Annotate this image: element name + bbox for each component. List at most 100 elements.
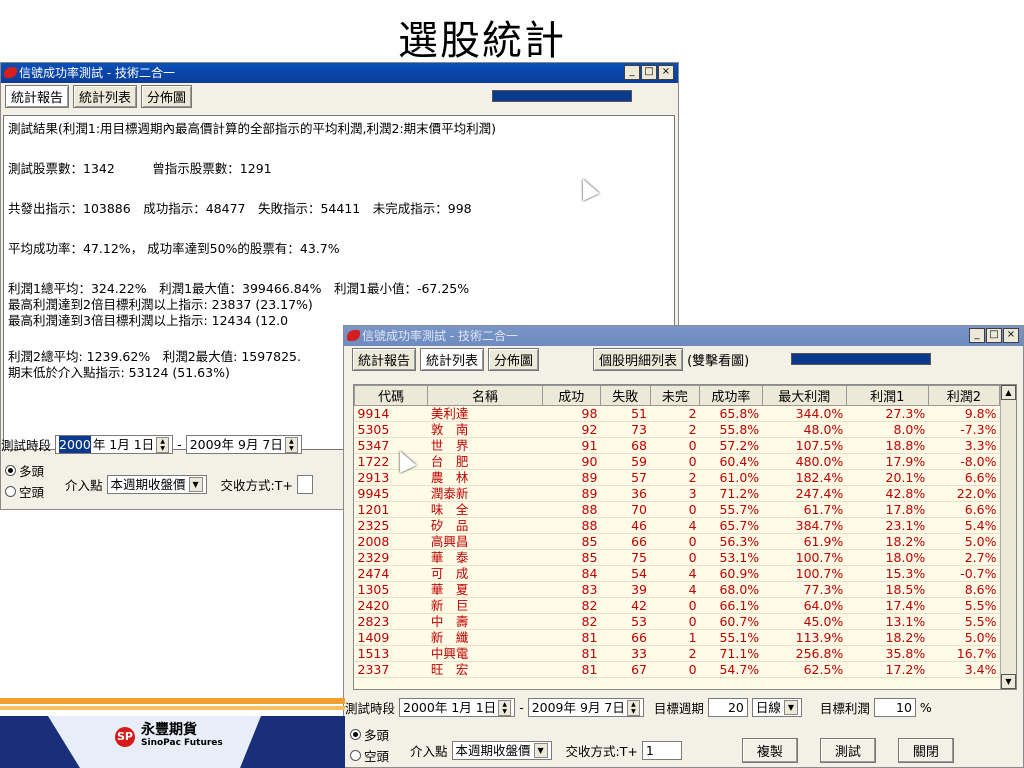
table-cell: 54 [600,565,651,582]
tab-stat-report[interactable]: 統計報告 [5,84,70,108]
table-row[interactable]: 2474 可 成 84 54 4 60.9% 100.7% 15.3% -0.7% [354,565,1000,582]
tab-stat-list[interactable]: 統計列表 [73,84,138,108]
tab-stat-report[interactable]: 統計報告 [352,347,417,371]
close-button[interactable]: × [1003,328,1019,343]
table-cell: 0 [650,453,700,470]
entry-select[interactable]: 本週期收盤價 ▼ [106,475,207,494]
period-label: 測試時段 [1,438,52,453]
table-cell: 56.3% [699,533,763,550]
end-date-field[interactable]: 2009年 9月 7日 ▲ ▼ [185,435,302,454]
chevron-down-icon[interactable]: ▼ [188,477,203,492]
close-window-button[interactable]: 關閉 [897,738,954,763]
date-spinner[interactable]: ▲ ▼ [284,436,298,453]
report-line: 測試結果(利潤1:用目標週期內最高價計算的全部指示的平均利潤,利潤2:期末價平均… [8,121,497,136]
scroll-up-icon[interactable]: ▲ [1001,385,1016,400]
radio-long[interactable]: 多頭 [5,461,44,480]
col-header[interactable]: 利潤1 [845,385,929,406]
col-header[interactable]: 代碼 [354,385,429,406]
radio-short[interactable]: 空頭 [350,746,389,765]
start-date-field[interactable]: 2000年 1月 1日▲▼ [399,698,516,717]
table-cell: 18.0% [846,549,929,566]
minimize-button[interactable]: _ [969,328,985,343]
table-cell: 100.7% [762,549,847,566]
maximize-button[interactable]: □ [986,328,1002,343]
radio-short[interactable]: 空頭 [5,482,44,501]
table-cell: 華 泰 [427,549,543,566]
trade-field[interactable]: 1 [641,741,682,760]
table-cell: 67 [600,661,651,678]
table-row[interactable]: 1722 台 肥 90 59 0 60.4% 480.0% 17.9% -8.0% [354,453,1000,470]
tab-stat-list[interactable]: 統計列表 [420,347,485,371]
table-row[interactable]: 1201 味 全 88 70 0 55.7% 61.7% 17.8% 6.6% [354,501,1000,518]
table-cell: 70 [600,501,651,518]
table-cell: 2337 [354,661,428,678]
table-cell: 潤泰新 [427,485,543,502]
table-row[interactable]: 2823 中 壽 82 53 0 60.7% 45.0% 13.1% 5.5% [354,613,1000,630]
col-header[interactable]: 利潤2 [927,385,1001,406]
maximize-button[interactable]: □ [641,65,657,80]
table-row[interactable]: 5305 敦 南 92 73 2 55.8% 48.0% 8.0% -7.3% [354,421,1000,438]
table-cell: 中 壽 [427,613,543,630]
back-window-titlebar[interactable]: 信號成功率測試 - 技術二合一 _ □ × [1,63,678,83]
table-row[interactable]: 2325 矽 品 88 46 4 65.7% 384.7% 23.1% 5.4% [354,517,1000,534]
date-spinner[interactable]: ▲ ▼ [626,699,640,716]
test-button[interactable]: 測試 [819,738,876,763]
table-cell: 17.8% [846,501,929,518]
chevron-down-icon[interactable]: ▼ [533,743,548,758]
tab-distribution[interactable]: 分佈圖 [141,84,193,108]
col-header[interactable]: 失敗 [599,385,651,406]
copy-button[interactable]: 複製 [741,738,798,763]
col-header[interactable]: 最大利潤 [761,385,847,406]
col-header[interactable]: 成功率 [699,385,763,406]
table-row[interactable]: 2337 旺 宏 81 67 0 54.7% 62.5% 17.2% 3.4% [354,661,1000,678]
table-cell: 8.0% [846,421,929,438]
table-cell: 92 [542,421,601,438]
table-row[interactable]: 9914 美利達 98 51 2 65.8% 344.0% 27.3% 9.8% [354,405,1000,422]
table-cell: 17.4% [846,597,929,614]
table-row[interactable]: 2008 高興昌 85 66 0 56.3% 61.9% 18.2% 5.0% [354,533,1000,550]
target-profit-field[interactable]: 10 [873,698,916,717]
front-window-titlebar[interactable]: 信號成功率測試 - 技術二合一 _ □ × [344,326,1023,346]
start-date-field[interactable]: 2000年 1月 1日▲▼ [55,435,174,454]
col-header[interactable]: 未完 [649,385,701,406]
table-row[interactable]: 1409 新 纖 81 66 1 55.1% 113.9% 18.2% 5.0% [354,629,1000,646]
table-cell: 54.7% [699,661,763,678]
table-cell: 5.4% [928,517,1000,534]
table-cell: 77.3% [762,581,847,598]
stock-stats-table[interactable]: 代碼 名稱 成功 失敗 未完 成功率 最大利潤 利潤1 利潤2 9914 美利達 9… [353,384,1017,690]
date-spinner[interactable]: ▲ ▼ [156,436,170,453]
table-cell: 8.6% [928,581,1000,598]
table-row[interactable]: 2329 華 泰 85 75 0 53.1% 100.7% 18.0% 2.7% [354,549,1000,566]
table-row[interactable]: 2420 新 巨 82 42 0 66.1% 64.0% 17.4% 5.5% [354,597,1000,614]
table-cell: 91 [542,437,601,454]
table-cell: 55.1% [699,629,763,646]
table-row[interactable]: 1305 華 夏 83 39 4 68.0% 77.3% 18.5% 8.6% [354,581,1000,598]
trade-field[interactable] [296,475,313,494]
end-date-field[interactable]: 2009年 9月 7日 ▲ ▼ [527,698,644,717]
scroll-down-icon[interactable]: ▼ [1001,674,1016,689]
table-cell: 2823 [354,613,428,630]
table-cell: 0 [650,661,700,678]
table-row[interactable]: 9945 潤泰新 89 36 3 71.2% 247.4% 42.8% 22.0% [354,485,1000,502]
date-spinner[interactable]: ▲ ▼ [498,699,512,716]
col-header[interactable]: 成功 [541,385,601,406]
table-row[interactable]: 5347 世 界 91 68 0 57.2% 107.5% 18.8% 3.3% [354,437,1000,454]
detail-list-button[interactable]: 個股明細列表 [593,347,684,371]
vertical-scrollbar[interactable]: ▲ ▼ [1000,385,1016,689]
table-cell: 20.1% [846,469,929,486]
entry-select[interactable]: 本週期收盤價 ▼ [451,741,552,760]
minimize-button[interactable]: _ [624,65,640,80]
radio-long[interactable]: 多頭 [350,725,389,744]
table-cell: 84 [542,565,601,582]
period-unit-select[interactable]: 日線 ▼ [751,698,802,717]
table-row[interactable]: 2913 農 林 89 57 2 61.0% 182.4% 20.1% 6.6% [354,469,1000,486]
chevron-down-icon[interactable]: ▼ [783,700,798,715]
table-cell: 57 [600,469,651,486]
table-cell: 66 [600,629,651,646]
target-period-field[interactable]: 20 [707,698,748,717]
table-row[interactable]: 1513 中興電 81 33 2 71.1% 256.8% 35.8% 16.7% [354,645,1000,662]
col-header[interactable]: 名稱 [427,385,543,406]
table-cell: 85 [542,533,601,550]
close-button[interactable]: × [658,65,674,80]
tab-distribution[interactable]: 分佈圖 [488,347,540,371]
